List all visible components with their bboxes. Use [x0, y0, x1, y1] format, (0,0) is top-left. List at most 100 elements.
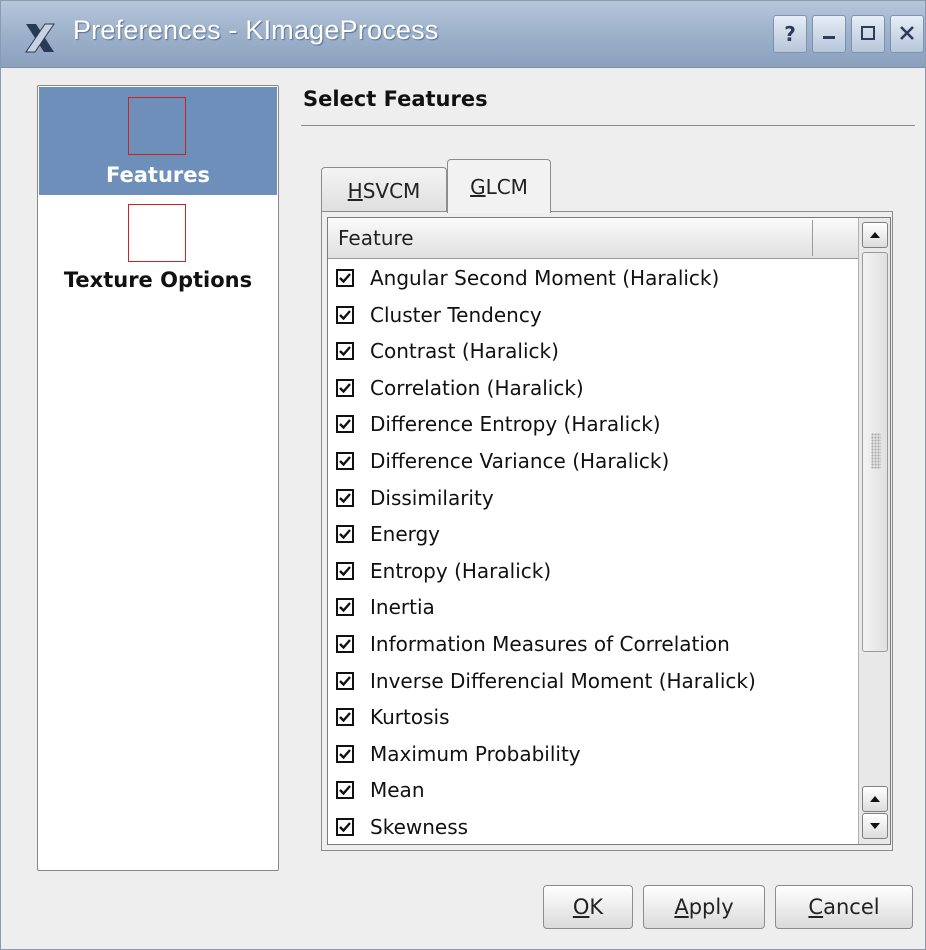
apply-button[interactable]: Apply [643, 885, 765, 929]
nav-item-features[interactable]: Features [39, 87, 277, 195]
checkmark-icon [339, 419, 351, 430]
scroll-up-button[interactable] [862, 222, 888, 248]
feature-label: Difference Variance (Haralick) [370, 449, 670, 473]
tab-hsvcm[interactable]: H SVCM [321, 167, 447, 213]
feature-row[interactable]: Inverse Differencial Moment (Haralick) [328, 663, 858, 699]
scrollbar-thumb[interactable] [862, 252, 888, 652]
feature-row[interactable]: Information Measures of Correlation [328, 626, 858, 662]
feature-row[interactable]: Difference Entropy (Haralick) [328, 406, 858, 442]
button-label-rest: K [589, 895, 604, 919]
minimize-icon [821, 22, 837, 46]
column-separator[interactable] [812, 220, 813, 256]
help-button[interactable]: ? [773, 15, 807, 53]
feature-row[interactable]: Dissimilarity [328, 480, 858, 516]
button-label-rest: ancel [823, 895, 880, 919]
nav-item-label: Features [106, 163, 210, 187]
scroll-down-button[interactable] [862, 813, 888, 839]
vertical-scrollbar[interactable] [858, 218, 890, 844]
feature-label: Energy [370, 522, 441, 547]
feature-checkbox[interactable] [336, 452, 354, 470]
column-header-feature[interactable]: Feature [338, 226, 414, 250]
checkmark-icon [339, 785, 351, 796]
tab-mnemonic: G [470, 174, 486, 199]
nav-item-label: Texture Options [63, 268, 253, 292]
checkmark-icon [339, 749, 351, 760]
tab-label-rest: LCM [485, 174, 528, 199]
header-divider [301, 125, 915, 126]
feature-checkbox[interactable] [336, 305, 354, 324]
feature-checkbox[interactable] [336, 708, 354, 727]
button-mnemonic: C [808, 895, 824, 919]
feature-checkbox[interactable] [336, 561, 354, 580]
checkmark-icon [339, 456, 351, 467]
arrow-up-icon [870, 796, 880, 802]
feature-row[interactable]: Mean [328, 772, 858, 808]
help-icon: ? [784, 22, 796, 46]
window-title: Preferences - KImageProcess [73, 15, 439, 45]
feature-checkbox[interactable] [336, 818, 354, 836]
feature-label: Maximum Probability [370, 741, 581, 766]
page-title: Select Features [303, 87, 488, 111]
scroll-up-button-lower[interactable] [862, 786, 888, 812]
feature-row[interactable]: Cluster Tendency [328, 297, 858, 333]
feature-row[interactable]: Contrast (Haralick) [328, 333, 858, 369]
feature-label: Contrast (Haralick) [370, 339, 559, 364]
title-bar[interactable]: Preferences - KImageProcess ? [1, 1, 925, 68]
feature-row[interactable]: Difference Variance (Haralick) [328, 443, 858, 479]
checkmark-icon [339, 822, 351, 833]
arrow-up-icon [870, 232, 880, 238]
minimize-button[interactable] [812, 15, 846, 53]
feature-checkbox[interactable] [336, 744, 354, 763]
button-mnemonic: A [674, 895, 689, 919]
nav-item-texture-options[interactable]: Texture Options [39, 196, 277, 296]
feature-row[interactable]: Correlation (Haralick) [328, 370, 858, 406]
checkmark-icon [339, 346, 351, 357]
feature-checkbox[interactable] [336, 415, 354, 434]
checkmark-icon [339, 602, 351, 613]
list-header[interactable]: Feature [328, 218, 858, 259]
feature-label: Difference Entropy (Haralick) [370, 412, 661, 437]
feature-label: Skewness [370, 815, 469, 839]
feature-label: Correlation (Haralick) [370, 375, 584, 400]
feature-label: Angular Second Moment (Haralick) [370, 266, 720, 290]
feature-row[interactable]: Kurtosis [328, 699, 858, 735]
feature-checkbox[interactable] [336, 269, 354, 287]
maximize-icon [860, 22, 876, 46]
checkmark-icon [339, 675, 351, 686]
maximize-button[interactable] [851, 15, 885, 53]
ok-button[interactable]: OK [543, 885, 633, 929]
app-x-icon[interactable] [23, 21, 57, 55]
arrow-down-icon [870, 823, 880, 829]
feature-row[interactable]: Maximum Probability [328, 736, 858, 772]
feature-row[interactable]: Energy [328, 516, 858, 552]
feature-label: Mean [370, 778, 425, 803]
feature-checkbox[interactable] [336, 342, 354, 361]
tab-mnemonic: H [347, 178, 363, 203]
preferences-dialog: Preferences - KImageProcess ? Features T… [0, 0, 926, 950]
texture-options-page-icon [128, 204, 186, 262]
feature-label: Kurtosis [370, 705, 450, 730]
feature-label: Cluster Tendency [370, 302, 542, 327]
feature-label: Dissimilarity [370, 485, 494, 510]
close-icon [899, 22, 915, 46]
tab-glcm[interactable]: G LCM [447, 159, 551, 213]
feature-row[interactable]: Angular Second Moment (Haralick) [328, 260, 858, 296]
feature-row[interactable]: Inertia [328, 589, 858, 625]
feature-checkbox[interactable] [336, 635, 354, 653]
checkmark-icon [339, 712, 351, 723]
cancel-button[interactable]: Cancel [775, 885, 913, 929]
button-mnemonic: O [572, 895, 590, 919]
feature-row[interactable]: Entropy (Haralick) [328, 553, 858, 589]
feature-label: Inertia [370, 595, 435, 620]
feature-checkbox[interactable] [336, 488, 354, 507]
feature-checkbox[interactable] [336, 781, 354, 800]
feature-checkbox[interactable] [336, 671, 354, 690]
feature-list[interactable]: Feature Angular Second Moment (Haralick)… [327, 217, 891, 845]
feature-checkbox[interactable] [336, 525, 354, 544]
feature-row[interactable]: Skewness [328, 809, 858, 844]
close-button[interactable] [890, 15, 924, 53]
feature-checkbox[interactable] [336, 598, 354, 617]
checkmark-icon [339, 639, 351, 650]
feature-label: Information Measures of Correlation [370, 632, 730, 656]
feature-checkbox[interactable] [336, 378, 354, 397]
